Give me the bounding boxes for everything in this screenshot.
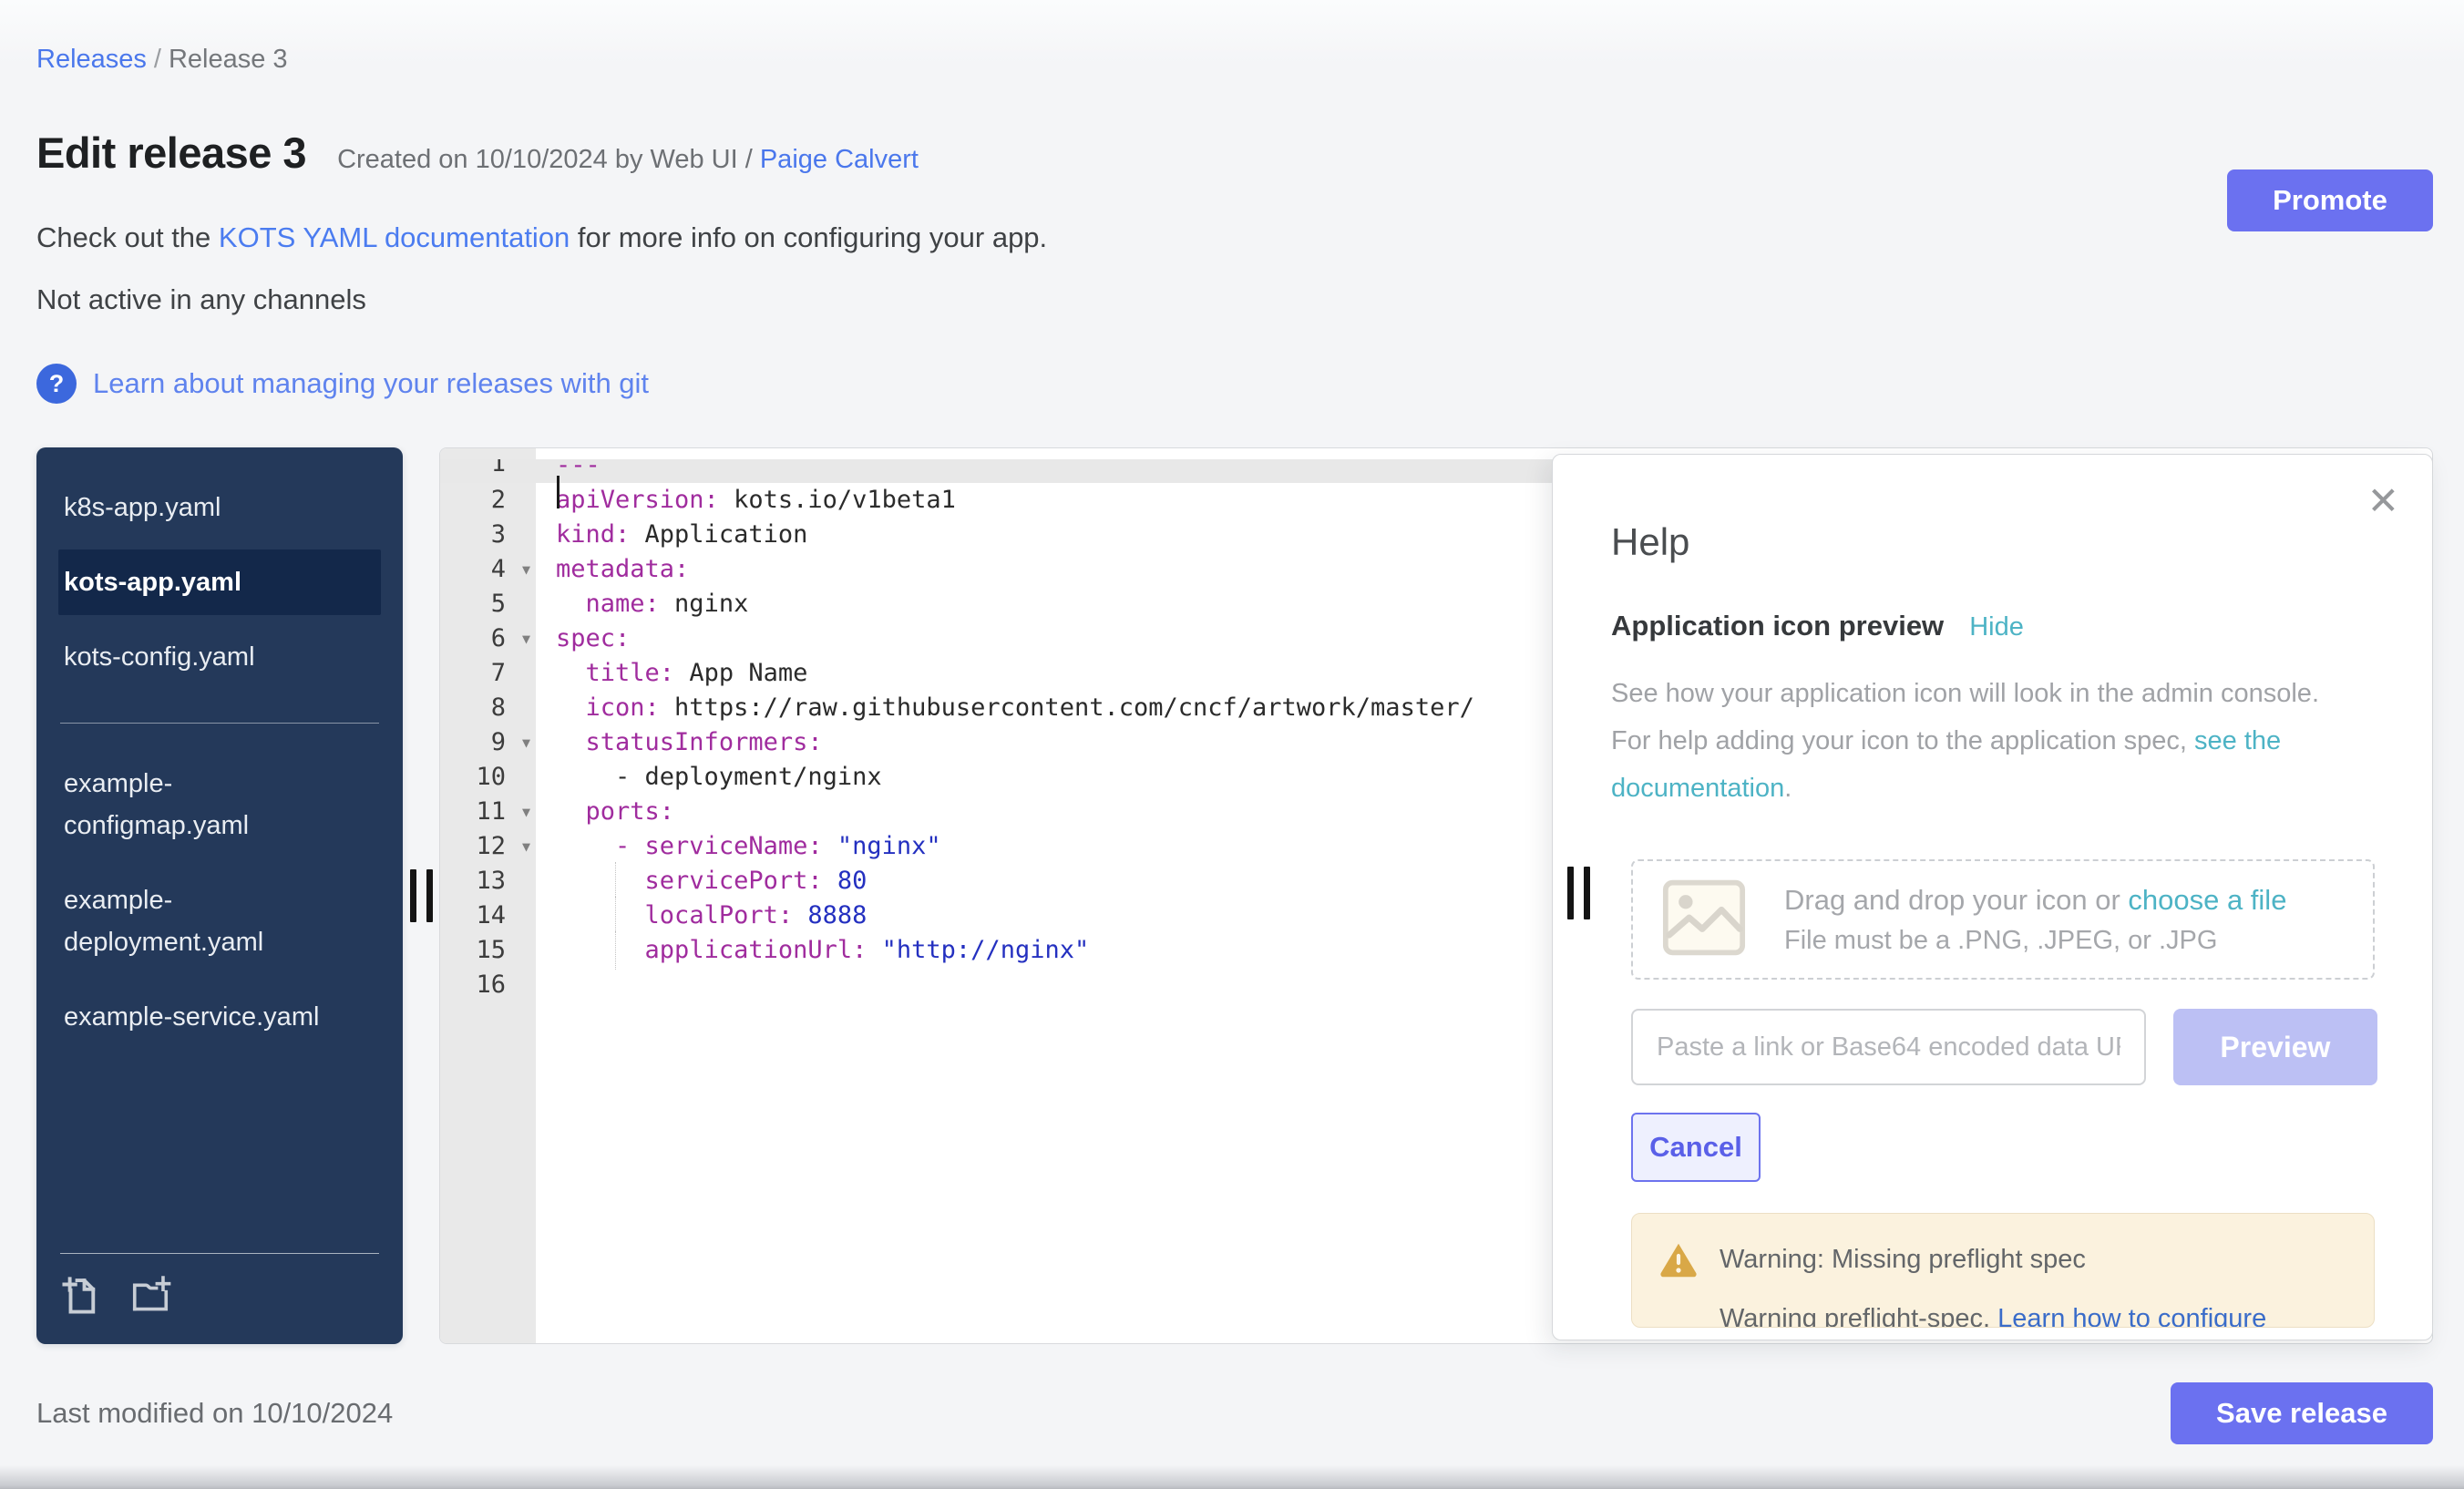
line-number-16: 16 (440, 968, 536, 1002)
warning-title: Warning: Missing preflight spec (1720, 1241, 2086, 1278)
sidebar-file-example-service.yaml[interactable]: example-service.yaml (58, 984, 341, 1050)
line-number-7: 7 (440, 656, 536, 691)
close-icon[interactable]: ✕ (2367, 482, 2399, 520)
page-title: Edit release 3 (36, 128, 306, 178)
line-number-11: 11▼ (440, 795, 536, 829)
text-cursor (557, 476, 560, 508)
indent-guide (615, 862, 616, 900)
breadcrumb-current: Release 3 (169, 45, 288, 74)
sidebar-footer (60, 1253, 379, 1320)
last-modified-text: Last modified on 10/10/2024 (36, 1397, 393, 1430)
page-header: Releases/Release 3 Edit release 3 Create… (0, 0, 2464, 404)
fold-arrow-icon[interactable]: ▼ (522, 631, 530, 647)
docs-info-text: Check out the KOTS YAML documentation fo… (36, 221, 2433, 254)
learn-how-to-configure-link[interactable]: Learn how to configure (1997, 1304, 2266, 1328)
preflight-warning-box: Warning: Missing preflight spec Warning … (1631, 1213, 2375, 1328)
icon-url-input[interactable] (1631, 1009, 2146, 1085)
add-folder-icon[interactable] (129, 1274, 171, 1320)
sidebar-file-example-configmap.yaml[interactable]: example-configmap.yaml (58, 751, 341, 858)
line-number-12: 12▼ (440, 829, 536, 864)
help-panel-title: Help (1611, 520, 2377, 564)
created-text: Created on 10/10/2024 by Web UI / (337, 145, 753, 174)
author-link[interactable]: Paige Calvert (760, 145, 919, 174)
release-created-meta: Created on 10/10/2024 by Web UI / Paige … (337, 145, 919, 175)
drag-grip-icon (410, 869, 433, 922)
git-help-row: ? Learn about managing your releases wit… (36, 364, 2433, 404)
git-releases-link[interactable]: Learn about managing your releases with … (93, 367, 649, 400)
indent-guide (615, 931, 616, 970)
breadcrumb-separator: / (147, 45, 169, 74)
breadcrumb-releases-link[interactable]: Releases (36, 45, 147, 74)
hide-link[interactable]: Hide (1969, 612, 2024, 642)
warning-detail: Warning preflight-spec. Learn how to con… (1720, 1300, 2348, 1328)
question-circle-icon: ? (36, 364, 77, 404)
cancel-button[interactable]: Cancel (1631, 1113, 1761, 1182)
example-file-list: example-configmap.yamlexample-deployment… (36, 751, 403, 1059)
sidebar-file-kots-config.yaml[interactable]: kots-config.yaml (58, 624, 381, 690)
line-number-6: 6▼ (440, 621, 536, 656)
add-file-icon[interactable] (60, 1274, 102, 1320)
choose-file-link[interactable]: choose a file (2128, 884, 2286, 916)
channel-status-text: Not active in any channels (36, 283, 2433, 316)
help-panel-resize-handle[interactable] (1567, 867, 1590, 919)
sidebar-file-k8s-app.yaml[interactable]: k8s-app.yaml (58, 475, 381, 540)
icon-dropzone[interactable]: Drag and drop your icon or choose a file… (1631, 859, 2375, 980)
line-number-10: 10 (440, 760, 536, 795)
icon-preview-description: See how your application icon will look … (1611, 670, 2363, 812)
fold-arrow-icon[interactable]: ▼ (522, 804, 530, 820)
help-panel: ✕ Help Application icon preview Hide See… (1552, 454, 2433, 1340)
file-sidebar: k8s-app.yaml kots-app.yaml kots-config.yam… (36, 447, 403, 1344)
preview-button[interactable]: Preview (2173, 1009, 2377, 1085)
line-number-13: 13 (440, 864, 536, 899)
promote-button[interactable]: Promote (2227, 169, 2433, 231)
line-number-14: 14 (440, 899, 536, 933)
sidebar-divider (60, 723, 379, 724)
footer-bar: Last modified on 10/10/2024 Save release (36, 1382, 2433, 1444)
line-number-9: 9▼ (440, 725, 536, 760)
line-number-4: 4▼ (440, 552, 536, 587)
fold-arrow-icon[interactable]: ▼ (522, 734, 530, 751)
line-number-8: 8 (440, 691, 536, 725)
breadcrumb: Releases/Release 3 (36, 42, 2433, 77)
sidebar-resize-handle[interactable] (403, 447, 439, 1344)
line-number-5: 5 (440, 587, 536, 621)
kots-file-list: k8s-app.yaml kots-app.yaml kots-config.yam… (36, 475, 403, 699)
warning-triangle-icon (1659, 1241, 1698, 1282)
line-number-1: 1 (440, 459, 536, 483)
sidebar-file-kots-app.yaml[interactable]: kots-app.yaml (58, 549, 381, 615)
icon-preview-section-title: Application icon preview (1611, 610, 1944, 642)
dropzone-file-types: File must be a .PNG, .JPEG, or .JPG (1784, 926, 2286, 956)
line-number-3: 3 (440, 518, 536, 552)
fold-arrow-icon[interactable]: ▼ (522, 838, 530, 855)
sidebar-file-example-deployment.yaml[interactable]: example-deployment.yaml (58, 868, 341, 975)
line-number-15: 15 (440, 933, 536, 968)
kots-yaml-docs-link[interactable]: KOTS YAML documentation (219, 221, 570, 253)
save-release-button[interactable]: Save release (2171, 1382, 2433, 1444)
indent-guide (615, 897, 616, 935)
dropzone-instructions: Drag and drop your icon or choose a file (1784, 884, 2286, 917)
line-number-2: 2 (440, 483, 536, 518)
image-placeholder-icon (1662, 878, 1746, 961)
release-editor-area: k8s-app.yaml kots-app.yaml kots-config.yam… (36, 447, 2433, 1344)
bottom-edge-shadow (0, 1465, 2464, 1489)
fold-arrow-icon[interactable]: ▼ (522, 561, 530, 578)
